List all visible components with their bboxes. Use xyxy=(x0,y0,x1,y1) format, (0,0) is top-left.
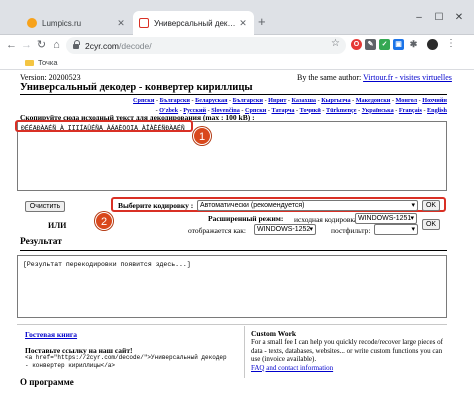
faq-link[interactable]: FAQ and contact information xyxy=(251,364,333,372)
postfilter-label: постфильтр: xyxy=(331,226,371,235)
page-content: Version: 20200523 By the same author: Vi… xyxy=(0,70,474,410)
address-bar[interactable]: 2cyr.com/decode/ ☆ xyxy=(66,37,346,54)
language-link[interactable]: Українська xyxy=(362,107,394,114)
guestbook-link[interactable]: Гостевая книга xyxy=(25,330,77,339)
result-title: Результат xyxy=(20,237,62,247)
language-link[interactable]: Монгол xyxy=(396,97,418,104)
source-encoding-select[interactable]: WINDOWS-1251 xyxy=(355,213,417,224)
bookmark-item[interactable]: Точка xyxy=(25,58,58,67)
or-label: ИЛИ xyxy=(48,221,67,230)
by-author: By the same author: Virtour.fr - visites… xyxy=(297,73,452,82)
extension-icon[interactable]: ✓ xyxy=(379,39,390,50)
decoder-favicon-icon xyxy=(139,18,149,28)
language-link[interactable]: Македонски xyxy=(356,97,391,104)
by-author-link[interactable]: Virtour.fr - visites virtuelles xyxy=(363,73,452,82)
language-link[interactable]: Српски xyxy=(133,97,154,104)
url-path: /decode/ xyxy=(119,40,152,51)
by-author-label: By the same author: xyxy=(297,73,362,82)
divider xyxy=(244,326,245,378)
opera-extension-icon[interactable]: O xyxy=(351,39,362,50)
clear-button[interactable]: Очистить xyxy=(25,201,65,212)
tab-title: Универсальный декодер - конв xyxy=(154,18,238,28)
back-button[interactable]: ← xyxy=(4,37,19,53)
page-title: Универсальный декодер - конвертер кирилл… xyxy=(20,82,447,95)
close-window-button[interactable]: ✕ xyxy=(452,12,466,24)
language-link[interactable]: Нохчийн xyxy=(422,97,447,104)
maximize-button[interactable]: ☐ xyxy=(432,12,446,24)
language-link[interactable]: Беларуская xyxy=(195,97,227,104)
language-link[interactable]: Иврит xyxy=(268,97,286,104)
language-link[interactable]: Тоҷикӣ xyxy=(300,107,321,114)
reload-button[interactable]: ↻ xyxy=(34,37,49,53)
highlight-source-text xyxy=(15,120,193,132)
url-host: 2cyr.com xyxy=(85,40,120,51)
step-marker-2: 2 xyxy=(95,212,113,230)
home-button[interactable]: ⌂ xyxy=(49,37,64,53)
language-link[interactable]: Татарча xyxy=(272,107,295,114)
language-link[interactable]: Français xyxy=(399,107,422,114)
bookmarks-bar: Точка xyxy=(0,56,474,70)
link-code-line: <a href="https://2cyr.com/decode/">Униве… xyxy=(25,354,227,361)
source-encoding-label: исходная кодировка: xyxy=(294,215,360,224)
about-title: О программе xyxy=(20,377,74,387)
language-link[interactable]: Кыргызча xyxy=(321,97,350,104)
lock-icon xyxy=(73,40,80,49)
new-tab-button[interactable]: + xyxy=(258,15,266,29)
divider xyxy=(20,250,447,251)
custom-work-text: For a small fee I can help you quickly r… xyxy=(251,338,451,372)
extension-icon[interactable]: ▣ xyxy=(393,39,404,50)
advanced-mode-label: Расширенный режим: xyxy=(208,214,284,223)
displayed-as-label: отображается как: xyxy=(188,226,246,235)
tab-decoder[interactable]: Универсальный декодер - конв ✕ xyxy=(133,11,254,35)
bookmark-label: Точка xyxy=(38,58,58,67)
language-link[interactable]: Български xyxy=(160,97,190,104)
bookmark-star-icon[interactable]: ☆ xyxy=(331,38,340,49)
ok-button[interactable]: OK xyxy=(422,200,440,211)
browser-tab-bar: Lumpics.ru ✕ Универсальный декодер - кон… xyxy=(0,0,474,35)
postfilter-select[interactable] xyxy=(374,224,418,235)
menu-icon[interactable]: ⋮ xyxy=(446,38,456,49)
lumpics-favicon-icon xyxy=(27,18,37,28)
link-code[interactable]: <a href="https://2cyr.com/decode/">Униве… xyxy=(25,354,227,370)
language-link[interactable]: Казахша xyxy=(292,97,317,104)
close-icon[interactable]: ✕ xyxy=(238,18,248,29)
minimize-button[interactable]: – xyxy=(412,12,426,24)
language-link[interactable]: Тürkmençe xyxy=(326,107,357,114)
avatar[interactable] xyxy=(427,39,438,50)
encoding-select[interactable]: Автоматически (рекомендуется) xyxy=(197,200,418,211)
close-icon[interactable]: ✕ xyxy=(116,18,126,29)
language-link[interactable]: English xyxy=(427,107,447,114)
extension-icon[interactable]: ✎ xyxy=(365,39,376,50)
ok-button-advanced[interactable]: OK xyxy=(422,219,440,230)
custom-work-title: Custom Work xyxy=(251,329,297,338)
custom-work-description: For a small fee I can help you quickly r… xyxy=(251,338,443,363)
forward-button[interactable]: → xyxy=(19,37,34,53)
result-textarea[interactable]: [Результат перекодировки появится здесь.… xyxy=(17,255,447,318)
displayed-as-select[interactable]: WINDOWS-1252 xyxy=(254,224,316,235)
puzzle-icon[interactable]: ✱ xyxy=(408,39,419,50)
browser-toolbar: ← → ↻ ⌂ 2cyr.com/decode/ ☆ O ✎ ✓ ▣ ✱ ⋮ xyxy=(0,35,474,56)
language-link[interactable]: Български xyxy=(233,97,263,104)
tab-title: Lumpics.ru xyxy=(42,18,82,28)
version-text: Version: 20200523 xyxy=(20,73,81,82)
encoding-label: Выберите кодировку : xyxy=(118,201,194,210)
link-code-line: - конвертер кириллицы</a> xyxy=(25,362,116,369)
step-marker-1: 1 xyxy=(193,127,211,145)
folder-icon xyxy=(25,59,34,66)
tab-lumpics[interactable]: Lumpics.ru ✕ xyxy=(21,11,132,35)
